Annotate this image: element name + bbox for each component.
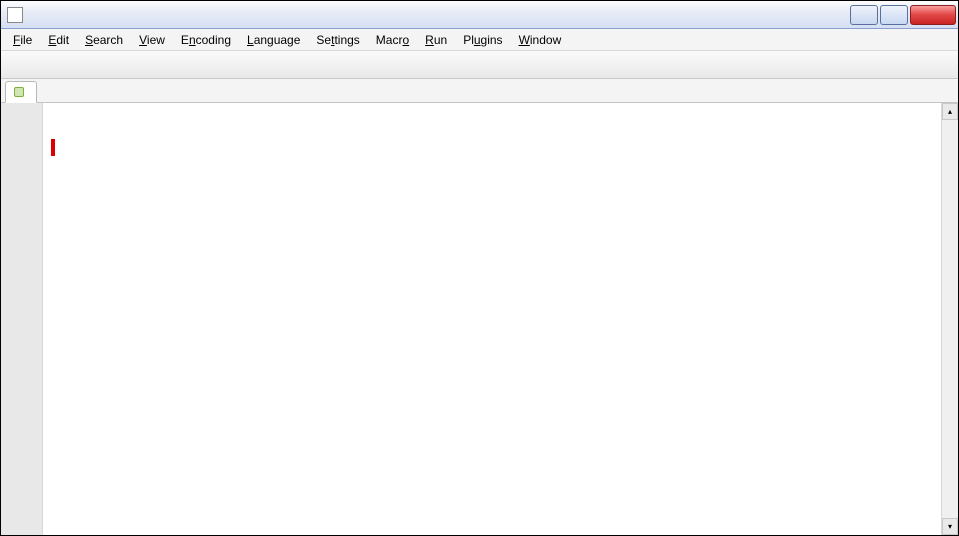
editor: ▴ ▾ <box>1 103 958 535</box>
file-status-icon <box>14 87 24 97</box>
scroll-down-icon[interactable]: ▾ <box>942 518 958 535</box>
line-number-gutter <box>1 103 43 535</box>
menu-settings[interactable]: Settings <box>308 31 367 49</box>
menu-encoding[interactable]: Encoding <box>173 31 239 49</box>
menu-language[interactable]: Language <box>239 31 308 49</box>
menu-x[interactable] <box>934 38 954 42</box>
menu-run[interactable]: Run <box>417 31 455 49</box>
menu-window[interactable]: Window <box>511 31 570 49</box>
vertical-scrollbar[interactable]: ▴ ▾ <box>941 103 958 535</box>
menu-edit[interactable]: Edit <box>40 31 77 49</box>
app-icon <box>7 7 23 23</box>
close-button[interactable] <box>910 5 956 25</box>
menu-search[interactable]: Search <box>77 31 131 49</box>
tabbar <box>1 79 958 103</box>
highlight-box <box>51 139 55 156</box>
minimize-button[interactable] <box>850 5 878 25</box>
menu-plugins[interactable]: Plugins <box>455 31 510 49</box>
menubar: File Edit Search View Encoding Language … <box>1 29 958 51</box>
code-area[interactable] <box>43 103 941 535</box>
maximize-button[interactable] <box>880 5 908 25</box>
menu-file[interactable]: File <box>5 31 40 49</box>
menu-view[interactable]: View <box>131 31 173 49</box>
titlebar <box>1 1 958 29</box>
tab-active[interactable] <box>5 81 37 103</box>
menu-help[interactable] <box>569 38 585 42</box>
scroll-up-icon[interactable]: ▴ <box>942 103 958 120</box>
window-controls <box>850 5 956 25</box>
menu-macro[interactable]: Macro <box>368 31 417 49</box>
toolbar <box>1 51 958 79</box>
